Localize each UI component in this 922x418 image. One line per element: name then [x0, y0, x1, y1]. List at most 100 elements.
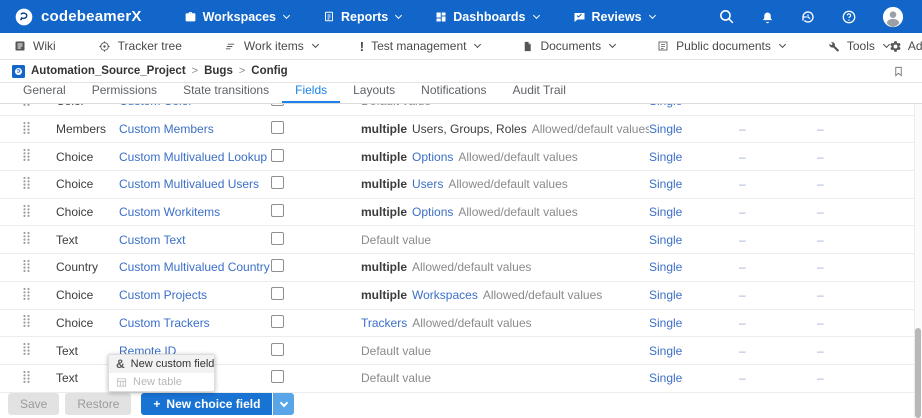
- popup-item-label: New table: [133, 376, 182, 388]
- menu-work-items[interactable]: Work items: [224, 39, 318, 53]
- tools-icon: [827, 40, 840, 53]
- new-choice-field-dropdown-toggle[interactable]: [273, 393, 294, 415]
- dash-value: –: [739, 205, 817, 219]
- single-link[interactable]: Single: [649, 288, 739, 302]
- single-link[interactable]: Single: [649, 371, 739, 385]
- field-name-link[interactable]: Custom Color: [119, 104, 192, 108]
- drag-handle-icon[interactable]: [22, 370, 31, 384]
- checkbox[interactable]: [271, 287, 284, 300]
- avatar[interactable]: [882, 6, 904, 28]
- drag-handle-icon[interactable]: [22, 121, 31, 135]
- breadcrumb-item-config[interactable]: Config: [251, 65, 287, 77]
- topbar-menu-reviews[interactable]: Reviews: [573, 10, 655, 24]
- history-icon[interactable]: [800, 9, 816, 25]
- tab-general[interactable]: General: [10, 81, 79, 103]
- field-name-link[interactable]: Custom Members: [119, 122, 214, 136]
- menu-tracker-tree[interactable]: Tracker tree: [98, 39, 182, 53]
- checkbox[interactable]: [271, 315, 284, 328]
- topbar-menu-dashboards[interactable]: Dashboards: [435, 10, 538, 24]
- topbar-menu-reports[interactable]: Reports: [323, 10, 401, 24]
- save-button[interactable]: Save: [8, 393, 59, 415]
- checkbox[interactable]: [271, 343, 284, 356]
- admin-menu[interactable]: Admin: [889, 39, 922, 53]
- topbar-menu-workspaces[interactable]: Workspaces: [184, 10, 289, 24]
- field-description: Default value: [361, 104, 649, 108]
- tab-permissions[interactable]: Permissions: [79, 81, 170, 103]
- field-name-link[interactable]: Custom Text: [119, 233, 185, 247]
- drag-handle-icon[interactable]: [22, 231, 31, 245]
- single-link[interactable]: Single: [649, 205, 739, 219]
- field-name-link[interactable]: Custom Trackers: [119, 316, 210, 330]
- help-icon[interactable]: [841, 9, 857, 25]
- dash-value: –: [817, 233, 922, 247]
- entity-link[interactable]: Users: [412, 177, 443, 191]
- notifications-icon[interactable]: [760, 9, 775, 25]
- menu-tools[interactable]: Tools: [827, 39, 889, 53]
- single-link[interactable]: Single: [649, 344, 739, 358]
- menu-public-documents[interactable]: Public documents: [657, 39, 785, 53]
- field-name-link[interactable]: Custom Multivalued Users: [119, 177, 259, 191]
- drag-handle-icon[interactable]: [22, 314, 31, 328]
- drag-handle-icon[interactable]: [22, 287, 31, 301]
- field-name-link[interactable]: Custom Multivalued Country: [119, 260, 270, 274]
- vertical-scrollbar[interactable]: [914, 104, 922, 417]
- desc-hint: Allowed/default values: [458, 150, 577, 164]
- tab-notifications[interactable]: Notifications: [408, 81, 499, 103]
- top-navigation-bar: codebeamerX Workspaces Reports Dashboards R…: [0, 0, 922, 33]
- breadcrumb-separator: >: [239, 65, 245, 77]
- entity-link[interactable]: Trackers: [361, 316, 407, 330]
- drag-handle-icon[interactable]: [22, 259, 31, 273]
- work-items-icon: [224, 41, 237, 52]
- checkbox[interactable]: [271, 204, 284, 217]
- single-link[interactable]: Single: [649, 177, 739, 191]
- menu-item-new-table[interactable]: New table: [109, 373, 214, 391]
- checkbox[interactable]: [271, 121, 284, 134]
- menu-test-management[interactable]: !Test management: [360, 39, 481, 53]
- dash-value: –: [817, 177, 922, 191]
- field-name-link[interactable]: Custom Workitems: [119, 205, 220, 219]
- field-name-link[interactable]: Custom Projects: [119, 288, 207, 302]
- checkbox[interactable]: [271, 149, 284, 162]
- tab-layouts[interactable]: Layouts: [340, 81, 408, 103]
- field-name-link[interactable]: Custom Multivalued Lookup: [119, 150, 267, 164]
- checkbox[interactable]: [271, 104, 284, 106]
- bookmark-icon[interactable]: [893, 65, 904, 78]
- single-link[interactable]: Single: [649, 233, 739, 247]
- scrollbar-thumb[interactable]: [915, 328, 921, 418]
- menu-item-new-custom-field[interactable]: &New custom field: [109, 355, 214, 373]
- checkbox[interactable]: [271, 259, 284, 272]
- desc-hint: Allowed/default values: [458, 205, 577, 219]
- tab-fields[interactable]: Fields: [282, 81, 340, 103]
- breadcrumb: Automation_Source_Project>Bugs>Config: [0, 60, 922, 83]
- drag-handle-icon[interactable]: [22, 148, 31, 162]
- drag-handle-icon[interactable]: [22, 204, 31, 218]
- tab-state-transitions[interactable]: State transitions: [170, 81, 282, 103]
- checkbox[interactable]: [271, 370, 284, 383]
- menu-wiki[interactable]: Wiki: [14, 39, 56, 53]
- menu-label: Documents: [540, 39, 601, 53]
- single-link[interactable]: Single: [649, 316, 739, 330]
- tab-audit-trail[interactable]: Audit Trail: [500, 81, 579, 103]
- entity-link[interactable]: Workspaces: [412, 288, 478, 302]
- breadcrumb-item-automation-source-project[interactable]: Automation_Source_Project: [31, 65, 186, 77]
- drag-handle-icon[interactable]: [22, 176, 31, 190]
- brand[interactable]: codebeamerX: [14, 7, 142, 27]
- single-link[interactable]: Single: [649, 150, 739, 164]
- entity-link[interactable]: Options: [412, 205, 453, 219]
- checkbox[interactable]: [271, 176, 284, 189]
- single-link[interactable]: Single: [649, 104, 739, 108]
- single-link[interactable]: Single: [649, 260, 739, 274]
- drag-handle-icon[interactable]: [22, 104, 31, 107]
- table-row: ChoiceCustom Multivalued LookupmultipleO…: [0, 143, 922, 171]
- public-documents-icon: [657, 40, 669, 52]
- restore-button[interactable]: Restore: [65, 393, 131, 415]
- entity-link[interactable]: Options: [412, 150, 453, 164]
- checkbox[interactable]: [271, 232, 284, 245]
- menu-documents[interactable]: Documents: [522, 39, 615, 53]
- new-choice-field-button[interactable]: + New choice field: [141, 393, 272, 415]
- drag-handle-icon[interactable]: [22, 342, 31, 356]
- dash-value: –: [817, 122, 922, 136]
- search-icon[interactable]: [718, 8, 735, 25]
- single-link[interactable]: Single: [649, 122, 739, 136]
- breadcrumb-item-bugs[interactable]: Bugs: [204, 65, 233, 77]
